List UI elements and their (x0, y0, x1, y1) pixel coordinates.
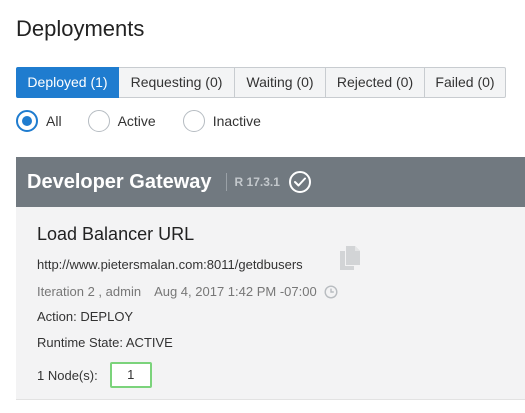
runtime-state-text: Runtime State: ACTIVE (37, 335, 173, 350)
iteration-label: Iteration 2 , admin (37, 284, 142, 299)
tab-rejected[interactable]: Rejected (0) (326, 67, 425, 98)
deployment-card: Load Balancer URL http://www.pietersmala… (16, 207, 525, 400)
deployment-date: Aug 4, 2017 1:42 PM -07:00 (154, 284, 317, 299)
action-text: Action: DEPLOY (37, 309, 134, 324)
filter-inactive-label[interactable]: Inactive (213, 113, 261, 129)
check-circle-icon (288, 171, 311, 193)
tab-failed[interactable]: Failed (0) (425, 67, 506, 98)
filter-all-radio[interactable]: All (16, 110, 62, 132)
filter-active-radio[interactable]: Active (87, 110, 156, 132)
filter-inactive-radio[interactable]: Inactive (182, 110, 261, 132)
load-balancer-url[interactable]: http://www.pietersmalan.com:8011/getdbus… (37, 257, 303, 272)
gateway-version: R 17.3.1 (234, 175, 280, 189)
radio-unchecked-icon[interactable] (182, 110, 205, 132)
filter-active-label[interactable]: Active (118, 113, 156, 129)
deployment-status-tabs: Deployed (1) Requesting (0) Waiting (0) … (16, 67, 506, 98)
filter-all-label[interactable]: All (46, 113, 62, 129)
page-title: Deployments (16, 16, 145, 41)
radio-unchecked-icon[interactable] (87, 110, 110, 132)
tab-requesting[interactable]: Requesting (0) (119, 67, 235, 98)
gateway-name: Developer Gateway (27, 170, 212, 193)
gateway-header: Developer Gateway R 17.3.1 (16, 157, 525, 207)
tab-deployed[interactable]: Deployed (1) (16, 67, 119, 98)
load-balancer-title: Load Balancer URL (37, 224, 195, 244)
tab-waiting[interactable]: Waiting (0) (235, 67, 326, 98)
clock-icon (324, 284, 338, 299)
nodes-row: 1 Node(s): 1 (37, 362, 152, 388)
header-divider (225, 173, 227, 191)
nodes-label: 1 Node(s): (37, 367, 98, 383)
copy-icon[interactable] (340, 246, 360, 270)
radio-checked-icon[interactable] (16, 110, 38, 132)
nodes-count-field[interactable]: 1 (109, 362, 152, 388)
iteration-info: Iteration 2 , admin Aug 4, 2017 1:42 PM … (37, 284, 338, 299)
status-filter-radio-group: All Active Inactive (16, 110, 289, 132)
